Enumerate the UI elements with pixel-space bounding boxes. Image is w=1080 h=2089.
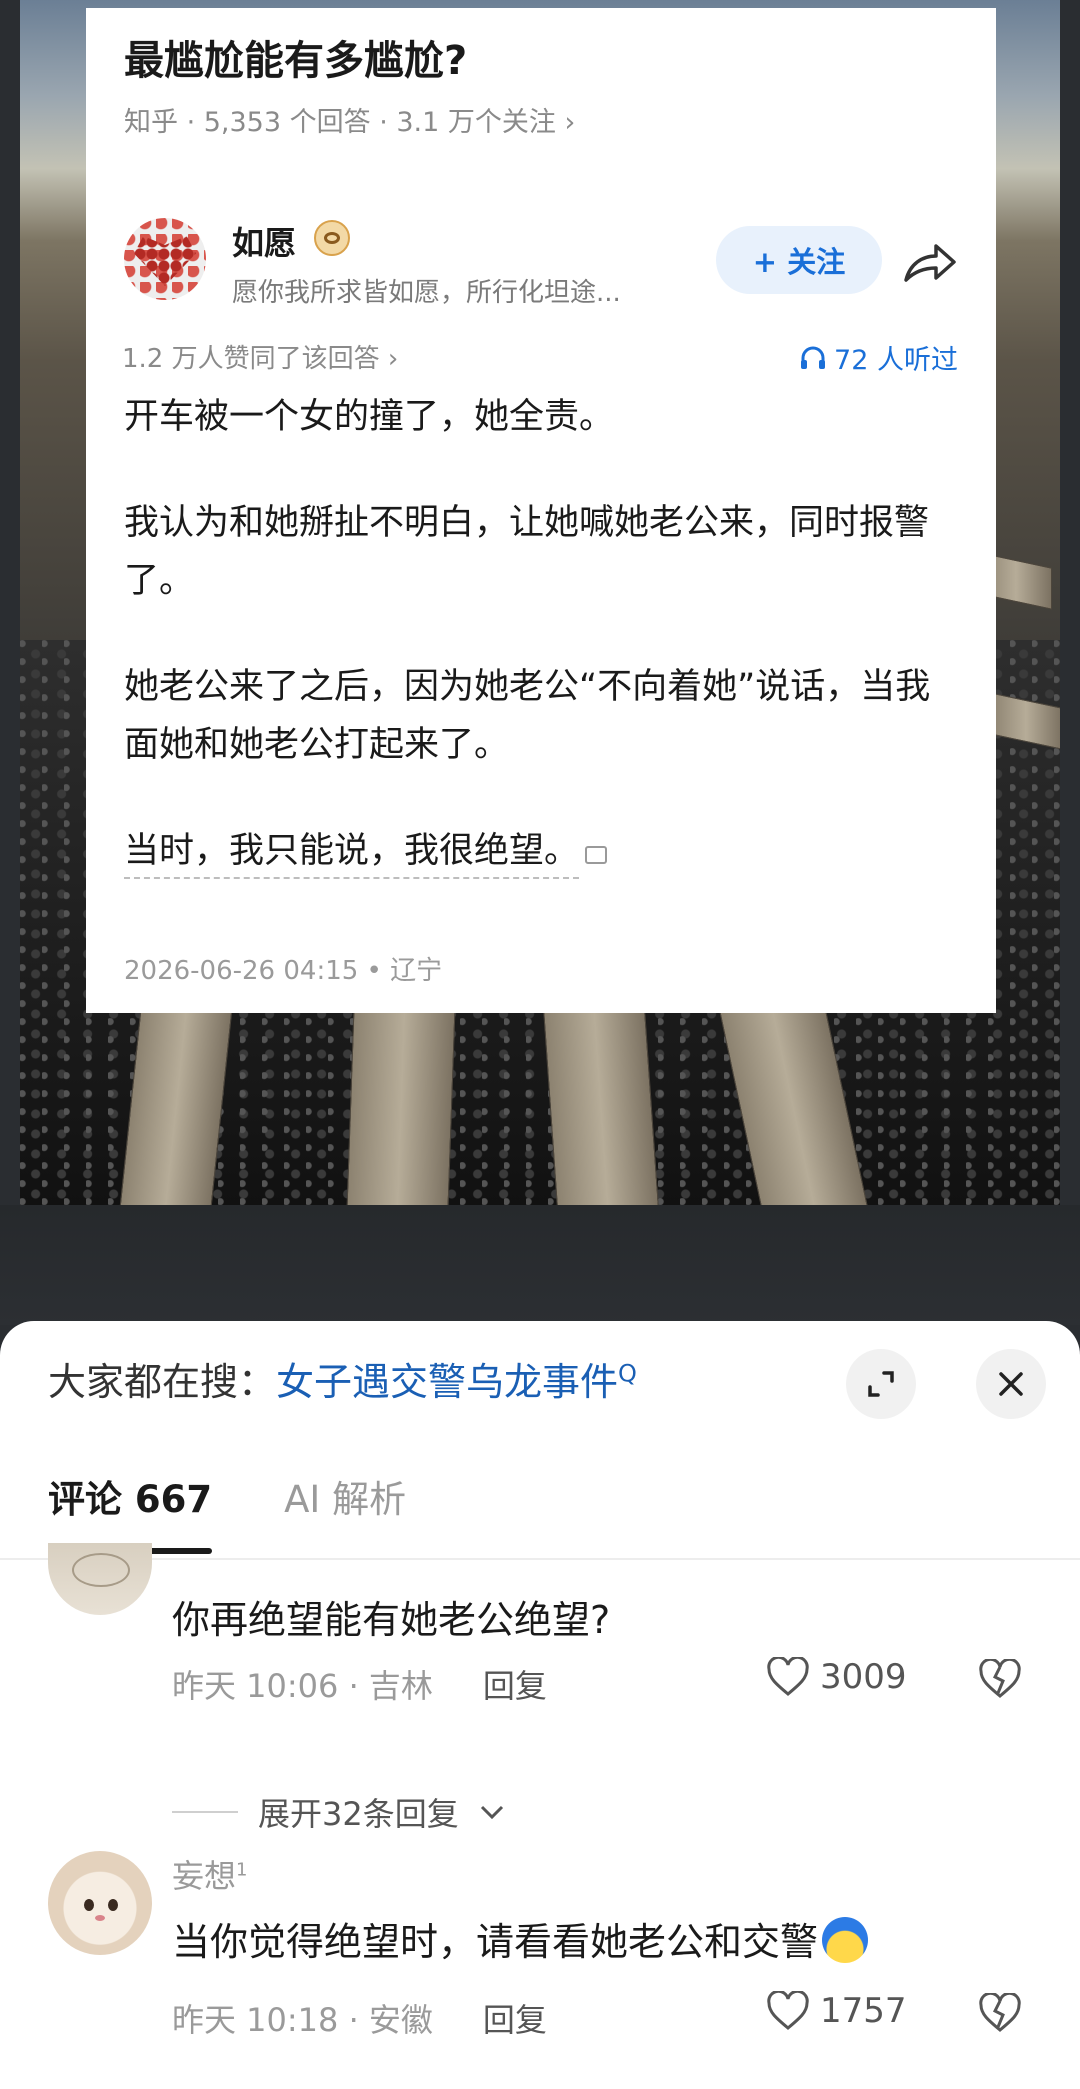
comment-text[interactable]: 你再绝望能有她老公绝望?: [172, 1589, 610, 1644]
plank: [346, 1010, 456, 1205]
author-bio: 愿你我所求皆如愿，所行化坦途...: [232, 278, 621, 308]
search-keyword[interactable]: 女子遇交警乌龙事件: [276, 1360, 618, 1404]
reply-button[interactable]: 回复: [483, 1661, 547, 1707]
tab-ai-analysis[interactable]: AI 解析: [284, 1469, 406, 1523]
commenter-name[interactable]: 妄想1: [172, 1851, 247, 1897]
listen-count[interactable]: 72 人听过: [800, 338, 958, 377]
comments-sheet: 大家都在搜：女子遇交警乌龙事件Q 评论 667 AI 解析 你再绝望能有她老公绝…: [0, 1321, 1080, 2089]
question-title[interactable]: 最尴尬能有多尴尬?: [124, 28, 467, 86]
trending-search[interactable]: 大家都在搜：女子遇交警乌龙事件Q: [48, 1351, 637, 1406]
answer-timestamp: 2026-06-26 04:15 • 辽宁: [124, 956, 443, 986]
author-name[interactable]: 如愿: [232, 218, 296, 264]
comment-text[interactable]: 当你觉得绝望时，请看看她老公和交警: [172, 1911, 869, 1966]
search-prefix: 大家都在搜：: [48, 1360, 277, 1404]
comment-icon[interactable]: [585, 846, 608, 864]
comment-time: 昨天 10:06 · 吉林: [172, 1667, 433, 1705]
commenter-level: 1: [236, 1859, 248, 1881]
badge-icon: [314, 220, 350, 256]
avatar[interactable]: [48, 1851, 152, 1955]
question-meta[interactable]: 知乎 · 5,353 个回答 · 3.1 万个关注 ›: [124, 100, 575, 139]
divider-line: [172, 1811, 238, 1813]
comment-time: 昨天 10:18 · 安徽: [172, 2001, 433, 2039]
author-avatar[interactable]: [124, 218, 206, 300]
comment-text-content: 当你觉得绝望时，请看看她老公和交警: [172, 1920, 819, 1964]
expand-button[interactable]: [846, 1349, 916, 1419]
expand-label: 展开32条回复: [258, 1795, 459, 1833]
expand-replies[interactable]: 展开32条回复: [172, 1789, 505, 1835]
heart-icon: [767, 1657, 809, 1696]
background-fade: [0, 1205, 1080, 1325]
like-button[interactable]: 1757: [766, 1991, 907, 2031]
answer-paragraph: 她老公来了之后，因为她老公“不向着她”说话，当我面她和她老公打起来了。: [124, 667, 931, 765]
answer-paragraph: 开车被一个女的撞了，她全责。: [124, 397, 615, 437]
plank: [543, 1010, 659, 1205]
broken-heart-icon[interactable]: [978, 1993, 1022, 2033]
chevron-down-icon: [480, 1805, 503, 1820]
comment-meta: 昨天 10:06 · 吉林 回复: [172, 1661, 547, 1707]
comment-tabs: 评论 667 AI 解析: [48, 1469, 406, 1523]
tab-comments[interactable]: 评论 667: [48, 1469, 212, 1523]
close-button[interactable]: [976, 1349, 1046, 1419]
answer-paragraph: 我认为和她掰扯不明白，让她喊她老公来，同时报警了。: [124, 503, 930, 601]
listen-label: 72 人听过: [834, 345, 958, 376]
close-icon: [999, 1372, 1023, 1396]
avatar[interactable]: [48, 1543, 152, 1615]
reply-button[interactable]: 回复: [483, 1995, 547, 2041]
heart-icon: [767, 1991, 809, 2030]
follow-button[interactable]: + 关注: [716, 226, 882, 294]
divider: [0, 1558, 1080, 1560]
share-icon[interactable]: [902, 240, 958, 284]
answer-last-line[interactable]: 当时，我只能说，我很绝望。: [124, 831, 580, 879]
answer-card[interactable]: 最尴尬能有多尴尬? 知乎 · 5,353 个回答 · 3.1 万个关注 › 如愿…: [86, 8, 996, 1013]
headphones-icon: [801, 346, 826, 369]
expand-icon: [868, 1371, 894, 1397]
comment-meta: 昨天 10:18 · 安徽 回复: [172, 1995, 547, 2041]
search-icon: Q: [618, 1359, 637, 1388]
upvote-count[interactable]: 1.2 万人赞同了该回答 ›: [122, 338, 398, 375]
commenter-name-text: 妄想: [172, 1857, 237, 1895]
like-count: 1757: [820, 1991, 907, 2031]
like-button[interactable]: 3009: [766, 1657, 907, 1697]
like-count: 3009: [820, 1657, 907, 1697]
emoji-icon: [822, 1917, 869, 1963]
broken-heart-icon[interactable]: [978, 1659, 1022, 1699]
answer-body: 开车被一个女的撞了，她全责。 我认为和她掰扯不明白，让她喊她老公来，同时报警了。…: [124, 388, 960, 880]
